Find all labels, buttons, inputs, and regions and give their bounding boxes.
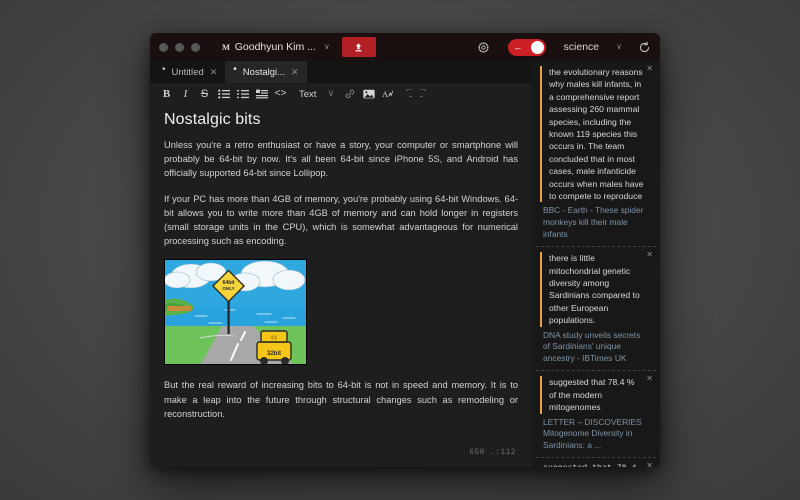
paragraph[interactable]: Unless you're a retro enthusiast or have… [164, 138, 518, 181]
formula-icon: A [382, 90, 393, 99]
close-icon[interactable]: ✕ [646, 251, 653, 259]
clip-quote: suggested that 78.4 % of the modern mito… [540, 463, 644, 467]
chevron-down-icon: ∨ [616, 42, 622, 51]
tab-strip: • Untitled ✕ • Nostalgi... ✕ [150, 61, 532, 83]
format-toolbar: B I S <> Text ∨ A [150, 83, 532, 105]
upload-icon [355, 42, 362, 51]
clip-quote: there is little mitochondrial genetic di… [540, 252, 644, 327]
text-style-label: Text [299, 88, 317, 100]
chevron-down-icon[interactable]: ∨ [324, 43, 330, 51]
close-icon[interactable]: ✕ [646, 462, 653, 467]
document-image[interactable]: 64bit ONLY 32bit /|\|/ [164, 259, 307, 366]
window-body: • Untitled ✕ • Nostalgi... ✕ B I S <> Te… [150, 61, 660, 467]
clip-source-link[interactable]: DNA study unveils secrets of Sardinians'… [540, 330, 644, 365]
undo-icon [406, 89, 413, 98]
document-owner-label: Goodhyun Kim ... [234, 41, 316, 53]
refresh-icon [639, 41, 649, 52]
clip-quote: the evolutionary reasons why males kill … [540, 66, 644, 203]
document-title[interactable]: Nostalgic bits [164, 111, 518, 129]
image-icon [363, 89, 375, 99]
clip-quote: suggested that 78.4 % of the modern mito… [540, 376, 644, 414]
tab-label: Untitled [171, 66, 204, 78]
redo-button[interactable] [417, 86, 434, 103]
tab-nostalgic[interactable]: • Nostalgi... ✕ [225, 61, 307, 83]
svg-text:32bit: 32bit [267, 351, 281, 357]
close-button[interactable] [159, 42, 168, 52]
close-icon[interactable]: ✕ [646, 375, 653, 383]
zoom-button[interactable] [191, 42, 200, 52]
tab-untitled[interactable]: • Untitled ✕ [154, 61, 225, 83]
arrow-left-icon: ← [513, 41, 523, 52]
tab-label: Nostalgi... [242, 66, 286, 78]
svg-text:/|\|/: /|\|/ [271, 335, 278, 340]
clips-panel[interactable]: ✕ the evolutionary reasons why males kil… [532, 61, 660, 467]
feed-selector[interactable]: science ∨ [564, 41, 622, 53]
clip-item[interactable]: ✕ suggested that 78.4 % of the modern mi… [536, 371, 656, 459]
quote-icon [255, 89, 268, 99]
paragraph[interactable]: If your PC has more than 4GB of memory, … [164, 192, 518, 249]
redo-icon [420, 89, 427, 98]
titlebar-right-group: ← science ∨ [474, 33, 660, 61]
document-editor[interactable]: Nostalgic bits Unless you're a retro ent… [150, 105, 532, 467]
app-window: M Goodhyun Kim ... ∨ ← science ∨ • Untit… [150, 33, 660, 467]
close-icon[interactable]: ✕ [646, 65, 653, 73]
bold-button[interactable]: B [158, 86, 175, 103]
clip-source-link[interactable]: BBC - Earth - These spider monkeys kill … [540, 205, 644, 240]
clip-item[interactable]: ✕ there is little mitochondrial genetic … [536, 247, 656, 372]
gear-icon [478, 42, 489, 52]
text-style-dropdown[interactable]: Text [291, 89, 322, 100]
image-button[interactable] [360, 86, 377, 103]
clip-source-link[interactable]: LETTER – DISCOVERIES Mitogenome Diversit… [540, 417, 644, 452]
numbered-list-icon [236, 90, 249, 99]
toggle-knob [530, 40, 544, 54]
upload-button[interactable] [341, 37, 376, 57]
word-count-indicator: 658 .:112 [469, 448, 516, 457]
link-button[interactable] [341, 86, 358, 103]
unsaved-dot-icon: • [233, 64, 237, 75]
link-icon [345, 89, 355, 99]
paragraph[interactable]: But the real reward of increasing bits t… [164, 378, 518, 421]
unsaved-dot-icon: • [162, 64, 166, 75]
undo-button[interactable] [398, 86, 415, 103]
gear-button[interactable] [474, 37, 494, 57]
title-bar: M Goodhyun Kim ... ∨ ← science ∨ [150, 33, 660, 61]
feed-name-label: science [563, 41, 600, 53]
close-icon[interactable]: ✕ [291, 67, 299, 78]
close-icon[interactable]: ✕ [210, 67, 218, 78]
window-controls[interactable] [150, 42, 200, 52]
text-style-chevron[interactable]: ∨ [322, 86, 339, 103]
clip-item[interactable]: ✕ the evolutionary reasons why males kil… [536, 61, 656, 248]
bullet-list-icon [217, 89, 230, 99]
italic-button[interactable]: I [177, 86, 194, 103]
brand-logo-icon: M [222, 42, 230, 52]
quote-button[interactable] [253, 86, 270, 103]
bullet-list-button[interactable] [215, 86, 232, 103]
minimize-button[interactable] [175, 42, 184, 52]
refresh-button[interactable] [636, 39, 652, 55]
strikethrough-button[interactable]: S [196, 86, 213, 103]
formula-button[interactable]: A [379, 86, 396, 103]
numbered-list-button[interactable] [234, 86, 251, 103]
code-button[interactable]: <> [272, 86, 289, 103]
svg-text:ONLY: ONLY [222, 286, 234, 291]
svg-text:A: A [382, 90, 388, 99]
clips-panel-toggle[interactable]: ← [507, 38, 546, 56]
clip-item[interactable]: ✕ suggested that 78.4 % of the modern mi… [536, 458, 656, 467]
editor-column: • Untitled ✕ • Nostalgi... ✕ B I S <> Te… [150, 61, 532, 467]
cartoon-64bit-road-illustration: 64bit ONLY 32bit /|\|/ [165, 260, 306, 365]
